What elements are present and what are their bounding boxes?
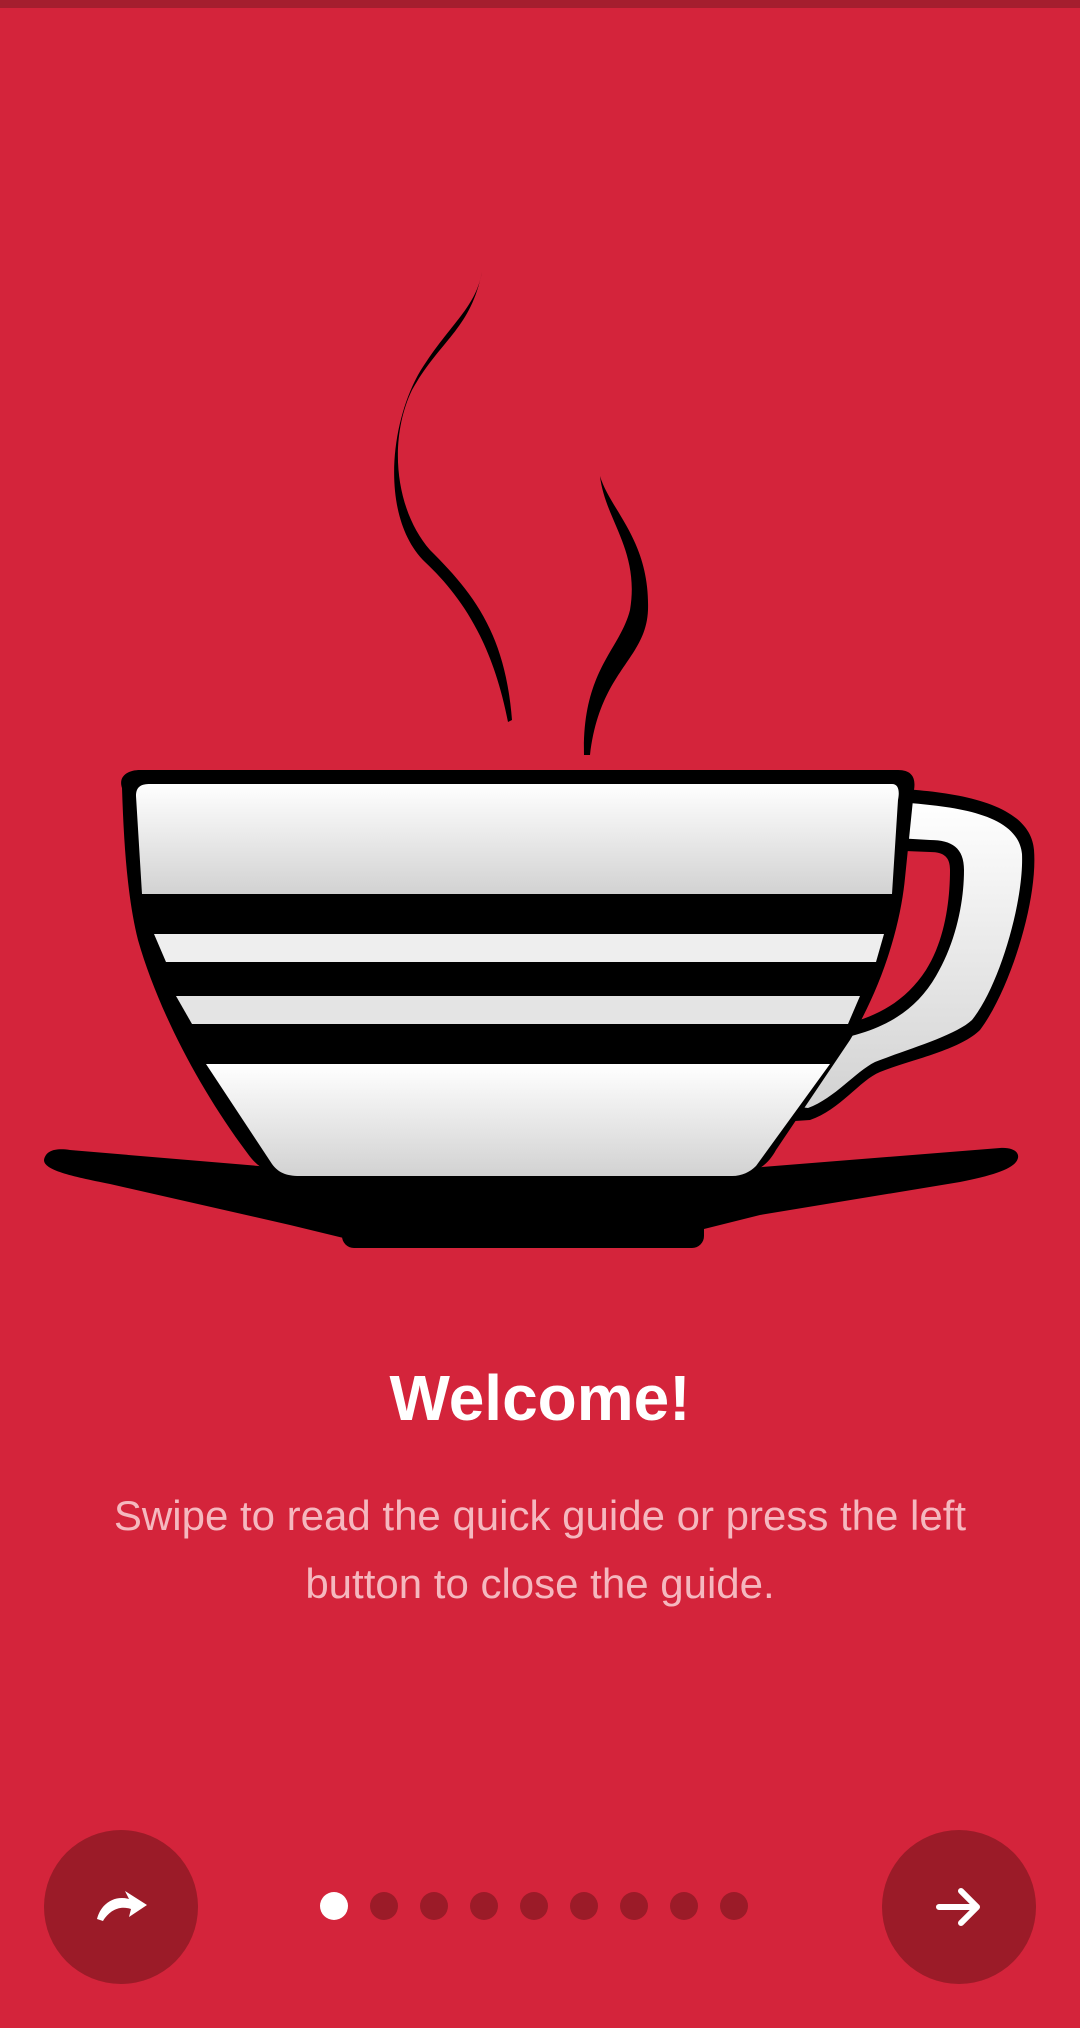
page-dot-2[interactable] (370, 1892, 398, 1920)
onboarding-description: Swipe to read the quick guide or press t… (113, 1492, 967, 1607)
page-dot-6[interactable] (570, 1892, 598, 1920)
onboarding-title: Welcome! (389, 1362, 691, 1434)
redo-arrow-icon (97, 1891, 147, 1921)
page-dot-4[interactable] (470, 1892, 498, 1920)
onboarding-screen: Welcome! Swipe to read the quick guide o… (0, 0, 1080, 2028)
page-dot-9[interactable] (720, 1892, 748, 1920)
next-button[interactable] (882, 1830, 1036, 1984)
page-dot-5[interactable] (520, 1892, 548, 1920)
page-dot-1[interactable] (320, 1892, 348, 1920)
coffee-cup-icon (44, 272, 1035, 1248)
page-dot-7[interactable] (620, 1892, 648, 1920)
skip-button[interactable] (44, 1830, 198, 1984)
page-indicator (320, 1890, 770, 1922)
page-dot-3[interactable] (420, 1892, 448, 1920)
status-bar-strip (0, 0, 1080, 8)
arrow-right-icon (936, 1888, 980, 1926)
page-dot-8[interactable] (670, 1892, 698, 1920)
